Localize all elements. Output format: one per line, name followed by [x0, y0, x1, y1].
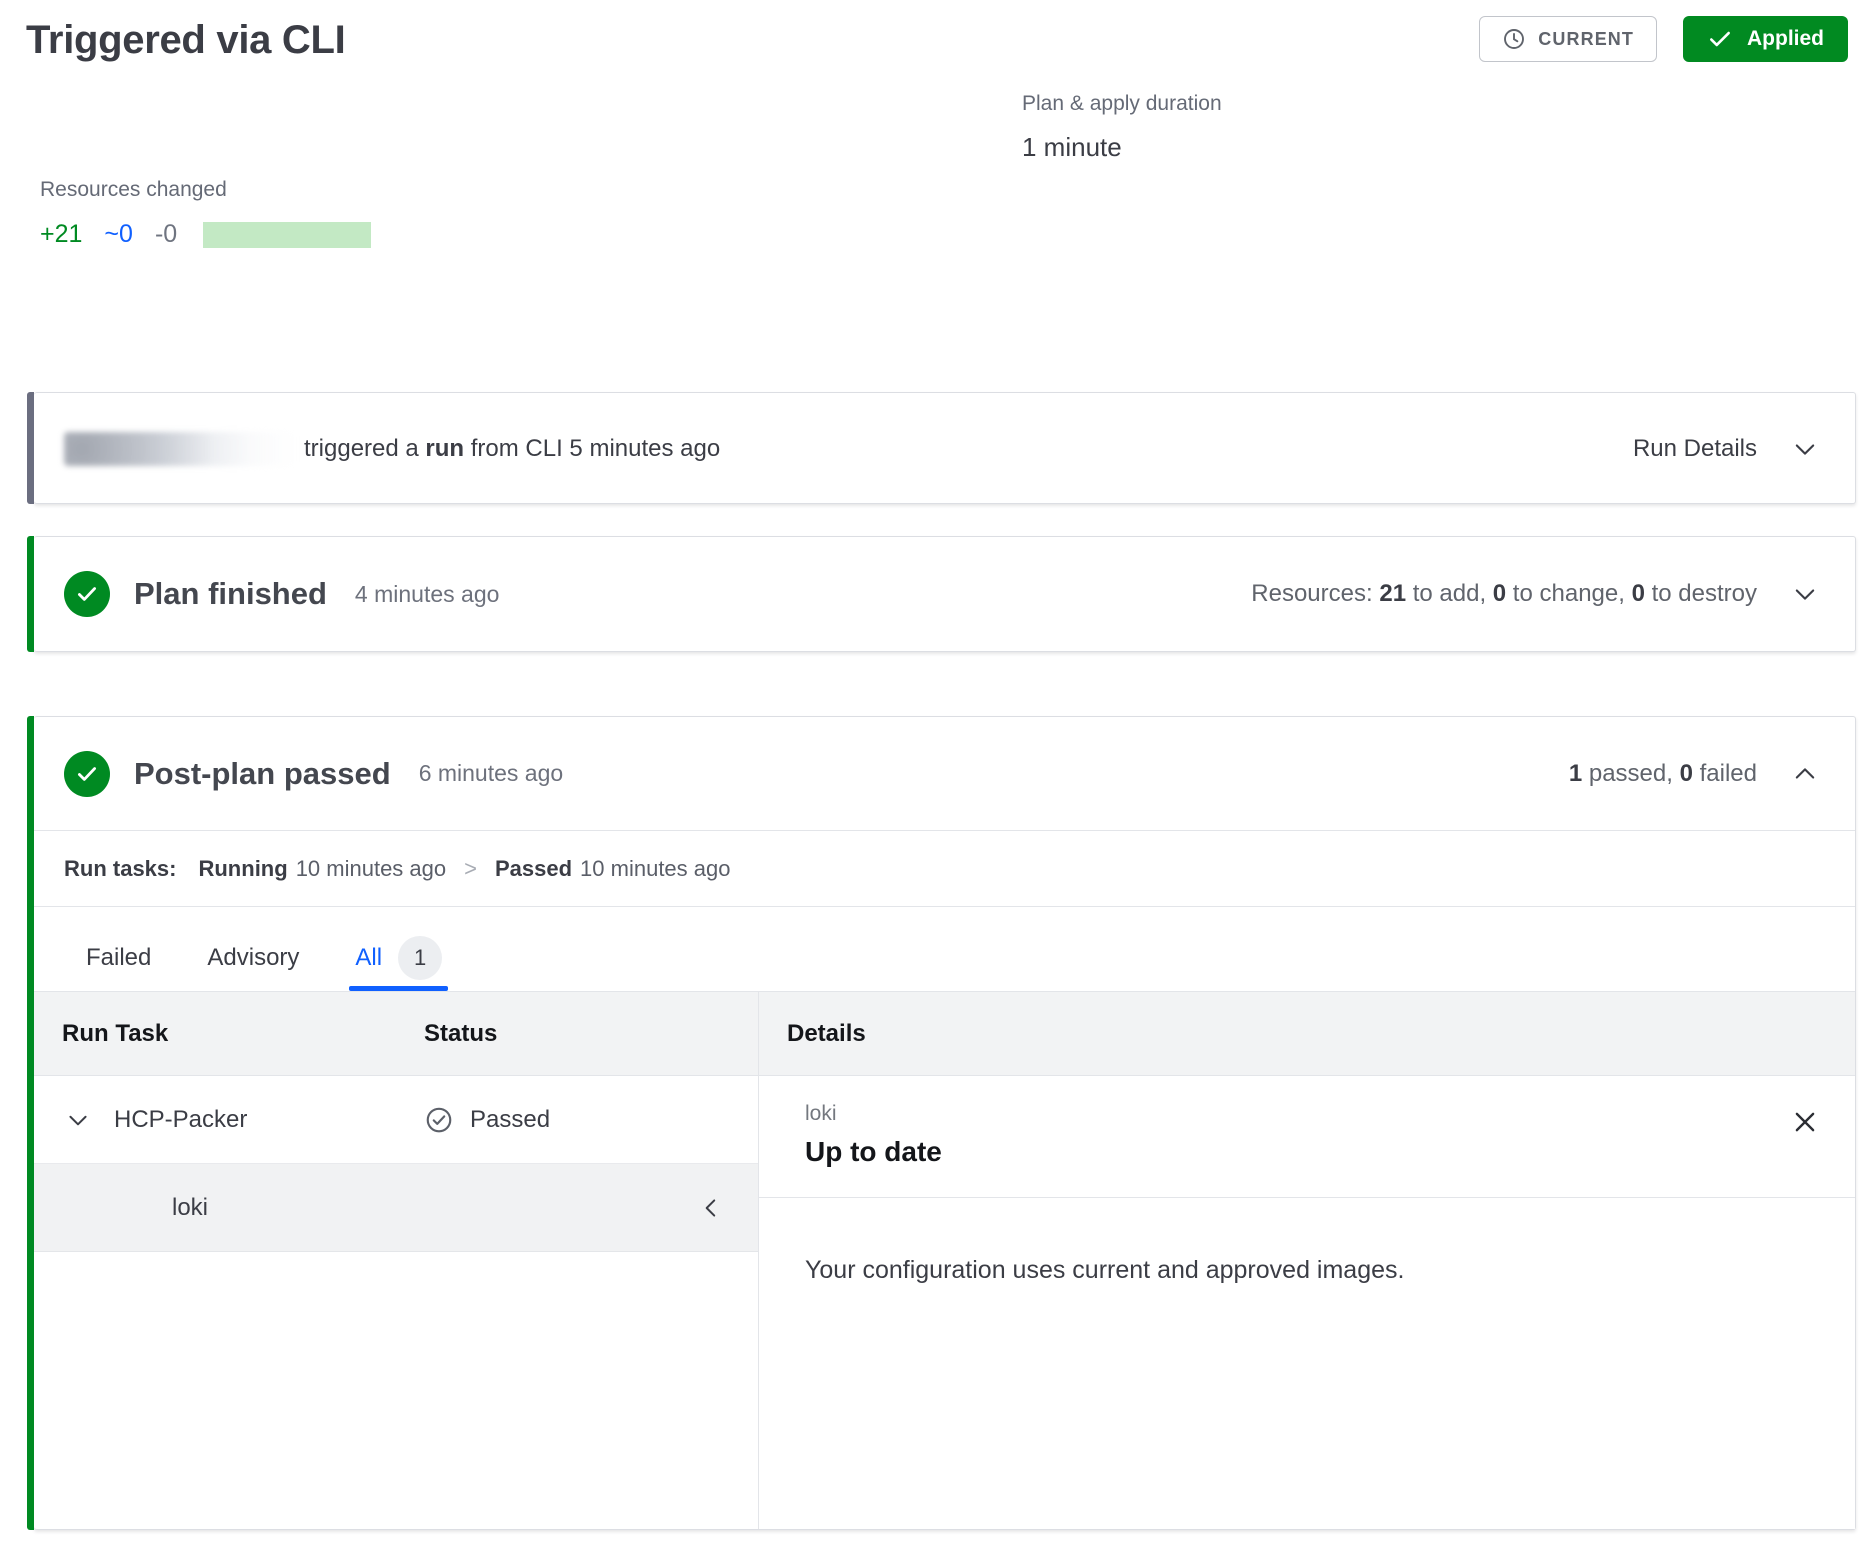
detail-eyebrow: loki	[805, 1102, 837, 1125]
plan-resources-summary: Resources: 21 to add, 0 to change, 0 to …	[1251, 580, 1757, 608]
run-task-subrow[interactable]: loki	[34, 1164, 758, 1252]
header-actions: CURRENT Applied	[1479, 16, 1848, 62]
plan-finished-row: Plan finished 4 minutes ago Resources: 2…	[34, 537, 1855, 651]
plan-destroy-count: 0	[1631, 580, 1645, 607]
chevron-left-icon[interactable]	[698, 1195, 724, 1221]
plan-finished-card: Plan finished 4 minutes ago Resources: 2…	[27, 536, 1856, 652]
table-row[interactable]: HCP-Packer Passed	[34, 1076, 758, 1164]
run-tasks-label: Run tasks:	[64, 855, 177, 881]
clock-icon	[1502, 27, 1526, 51]
tab-advisory-label: Advisory	[207, 944, 300, 971]
table-empty-space	[34, 1252, 758, 1502]
tab-all[interactable]: All 1	[327, 925, 470, 991]
run-trigger-text: triggered a run from CLI 5 minutes ago	[304, 435, 720, 463]
resources-changed-stat: Resources changed +21 ~0 -0	[40, 178, 372, 249]
column-header-details: Details	[787, 1019, 866, 1047]
close-icon[interactable]	[1787, 1104, 1823, 1140]
detail-title: Up to date	[805, 1136, 942, 1167]
run-detail-page: Triggered via CLI CURRENT Applied Plan &…	[0, 0, 1874, 1548]
run-tasks-table-left: Run Task Status HCP-Packer Passed loki	[34, 992, 759, 1529]
detail-body-text: Your configuration uses current and appr…	[805, 1256, 1405, 1284]
plan-finished-time: 4 minutes ago	[354, 580, 500, 607]
resources-destroyed: -0	[154, 220, 178, 248]
check-circle-filled-icon	[64, 750, 110, 797]
tab-advisory[interactable]: Advisory	[179, 925, 327, 991]
post-plan-passed-count: 1	[1568, 760, 1583, 787]
run-task-tabs: Failed Advisory All 1	[34, 907, 1855, 991]
plan-resources-toggle[interactable]: Resources: 21 to add, 0 to change, 0 to …	[1251, 537, 1819, 651]
plan-change-text: to change,	[1506, 580, 1632, 607]
plan-destroy-text: to destroy	[1644, 580, 1757, 607]
check-icon	[1707, 26, 1733, 52]
run-tasks-second-time: 10 minutes ago	[580, 855, 731, 881]
avatar	[64, 432, 296, 466]
check-circle-filled-icon	[64, 571, 110, 617]
resources-changed: ~0	[104, 220, 133, 248]
duration-value: 1 minute	[1022, 132, 1122, 162]
resources-bar	[203, 221, 372, 248]
post-plan-title: Post-plan passed	[134, 755, 391, 791]
chevron-down-icon[interactable]	[56, 1107, 100, 1133]
run-details-toggle[interactable]: Run Details	[1633, 393, 1819, 505]
run-task-cell: HCP-Packer	[34, 1106, 424, 1134]
run-task-detail-panel: Details loki Up to date Your configurati…	[759, 992, 1855, 1529]
tab-all-count: 1	[398, 936, 443, 980]
post-plan-toggle[interactable]: 1 passed, 0 failed	[1569, 717, 1819, 831]
card-accent	[27, 392, 34, 504]
card-accent	[27, 716, 34, 1530]
applied-badge-label: Applied	[1747, 27, 1824, 50]
run-task-status-cell: Passed	[424, 1105, 550, 1135]
tab-all-label: All	[355, 944, 383, 971]
chevron-up-icon[interactable]	[1791, 760, 1819, 788]
plan-change-count: 0	[1492, 580, 1507, 607]
run-task-name: HCP-Packer	[114, 1105, 248, 1133]
plan-add-count: 21	[1379, 580, 1407, 607]
tab-failed[interactable]: Failed	[58, 925, 179, 991]
post-plan-failed-text: failed	[1692, 760, 1757, 787]
chevron-down-icon[interactable]	[1791, 435, 1819, 463]
run-task-status-label: Passed	[470, 1105, 551, 1133]
chevron-down-icon[interactable]	[1791, 580, 1819, 608]
run-details-label: Run Details	[1632, 435, 1757, 462]
plan-resources-prefix: Resources:	[1251, 580, 1380, 607]
current-badge-label: CURRENT	[1538, 28, 1634, 49]
plan-apply-duration-stat: Plan & apply duration 1 minute	[1022, 92, 1222, 163]
check-circle-outline-icon	[424, 1105, 454, 1135]
column-header-run-task: Run Task	[62, 1019, 169, 1047]
run-text-prefix: triggered a	[304, 435, 426, 462]
plan-add-text: to add,	[1406, 580, 1493, 607]
current-badge[interactable]: CURRENT	[1479, 16, 1657, 62]
applied-badge: Applied	[1683, 16, 1848, 62]
post-plan-failed-count: 0	[1679, 760, 1693, 787]
card-accent	[27, 536, 34, 652]
run-trigger-row: triggered a run from CLI 5 minutes ago R…	[34, 393, 1855, 505]
run-tasks-table: Run Task Status HCP-Packer Passed loki D…	[34, 991, 1855, 1529]
page-header: Triggered via CLI CURRENT Applied	[0, 0, 1874, 92]
post-plan-passed-text: passed,	[1582, 760, 1680, 787]
duration-label: Plan & apply duration	[1022, 92, 1222, 115]
run-task-subrow-name: loki	[172, 1193, 209, 1221]
run-trigger-card: triggered a run from CLI 5 minutes ago R…	[27, 392, 1856, 505]
run-tasks-separator: >	[464, 855, 477, 881]
detail-header-row: Details	[759, 992, 1855, 1076]
page-title: Triggered via CLI	[26, 18, 346, 62]
plan-finished-title: Plan finished	[134, 576, 327, 611]
post-plan-row: Post-plan passed 6 minutes ago 1 passed,…	[34, 717, 1855, 831]
run-tasks-first-status: Running	[198, 855, 288, 881]
table-header-row: Run Task Status	[34, 992, 758, 1076]
post-plan-card: Post-plan passed 6 minutes ago 1 passed,…	[27, 716, 1856, 1530]
run-tasks-first-time: 10 minutes ago	[295, 855, 447, 881]
post-plan-summary: 1 passed, 0 failed	[1569, 760, 1757, 788]
resources-changed-values: +21 ~0 -0	[40, 220, 372, 249]
post-plan-time: 6 minutes ago	[418, 760, 564, 786]
run-tasks-timeline: Run tasks: Running 10 minutes ago > Pass…	[34, 831, 1855, 907]
column-header-status: Status	[424, 1019, 498, 1047]
run-text-bold: run	[425, 435, 465, 462]
run-text-suffix: from CLI 5 minutes ago	[464, 435, 721, 462]
resources-added: +21	[40, 220, 83, 248]
resources-changed-label: Resources changed	[40, 178, 227, 201]
detail-panel-header: loki Up to date	[759, 1076, 1855, 1198]
run-tasks-second-status: Passed	[494, 855, 573, 881]
tab-failed-label: Failed	[86, 944, 152, 971]
